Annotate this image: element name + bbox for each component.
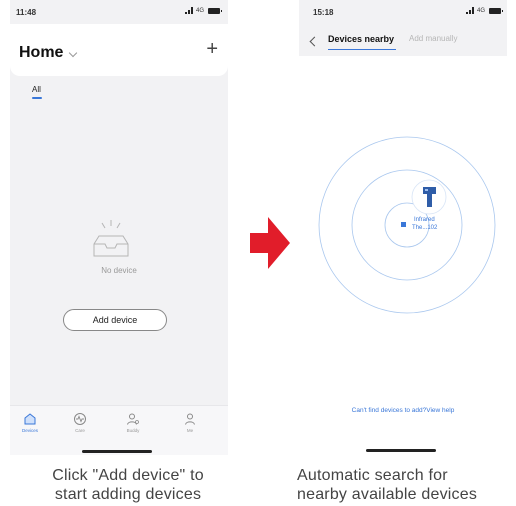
add-device-button[interactable]: Add device	[63, 309, 167, 331]
tab-indicator	[328, 49, 396, 50]
nav-devices[interactable]: Devices	[10, 412, 50, 433]
caption-line: nearby available devices	[297, 486, 478, 503]
tab-indicator	[32, 97, 42, 99]
bottom-nav: Devices Care Buddy Me	[10, 405, 228, 455]
back-icon[interactable]	[309, 36, 320, 47]
empty-box-icon	[93, 220, 129, 257]
status-bar: 11:48 4G	[10, 6, 228, 20]
view-help-link[interactable]: Can't find devices to add?View help	[299, 407, 507, 414]
scan-center-dot	[401, 222, 406, 227]
home-indicator	[366, 449, 436, 452]
nav-buddy[interactable]: Buddy	[113, 412, 153, 433]
nav-me[interactable]: Me	[170, 412, 210, 433]
radar-ring-outer	[318, 136, 496, 314]
plus-icon[interactable]: +	[206, 38, 218, 61]
device-name-line1: Infrared	[414, 217, 435, 223]
tab-all[interactable]: All	[32, 85, 41, 94]
home-header: Home +	[10, 24, 228, 76]
battery-icon	[489, 7, 503, 14]
status-time: 11:48	[16, 8, 37, 17]
battery-icon	[208, 7, 222, 14]
home-title[interactable]: Home	[19, 44, 63, 62]
home-indicator	[82, 450, 152, 453]
tab-devices-nearby[interactable]: Devices nearby	[328, 34, 394, 44]
caption-line: Click "Add device" to	[52, 467, 204, 484]
nearby-scan-screen: 15:18 4G Devices nearby Add manually Inf…	[299, 0, 507, 455]
caption-line: Automatic search for	[297, 467, 448, 484]
network-type: 4G	[195, 7, 204, 14]
network-type: 4G	[476, 7, 485, 14]
wave-icon	[74, 413, 86, 425]
home-screen: 11:48 4G Home + All No device Add device…	[10, 0, 228, 455]
arrow-right-icon	[250, 217, 290, 269]
caption-auto-search: Automatic search for nearby available de…	[297, 466, 512, 504]
caption-add-device: Click "Add device" to start adding devic…	[28, 466, 228, 504]
signal-icon	[465, 7, 475, 14]
chevron-down-icon[interactable]	[68, 48, 78, 58]
nav-care[interactable]: Care	[60, 412, 100, 433]
scan-header: 15:18 4G Devices nearby Add manually	[299, 0, 507, 56]
signal-icon	[184, 7, 194, 14]
buddy-icon	[127, 413, 139, 425]
status-bar: 15:18 4G	[299, 6, 507, 20]
tab-add-manually[interactable]: Add manually	[409, 34, 457, 43]
status-time: 15:18	[313, 8, 334, 17]
device-name-line2: The...102	[412, 225, 438, 231]
found-device-icon[interactable]	[411, 179, 447, 215]
person-icon	[185, 413, 195, 425]
house-icon	[24, 413, 36, 425]
radar-ring-middle	[351, 169, 463, 281]
empty-state-text: No device	[101, 266, 137, 275]
radar-scan	[318, 136, 496, 314]
caption-line: start adding devices	[54, 486, 202, 503]
